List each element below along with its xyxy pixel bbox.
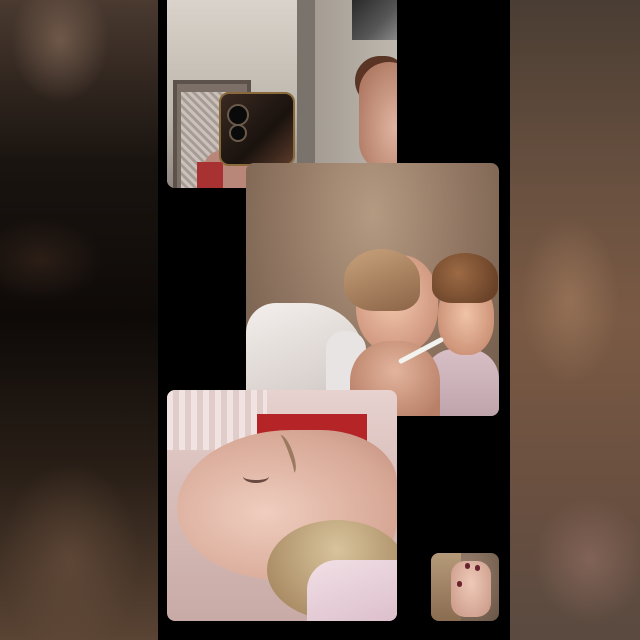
participant-video-tile[interactable] [246,163,499,416]
facetime-group-call [0,0,640,640]
phone-camera-lens [227,104,249,126]
video-shelf [352,0,397,40]
video-shirt [197,162,223,188]
video-fingernail [475,565,480,571]
video-shadow [297,0,315,188]
blurred-background-right [510,0,640,640]
participant-video-tile[interactable] [167,0,397,188]
video-person-face [359,62,397,172]
phone-camera-lens [229,124,247,142]
video-fingernail [457,581,462,587]
blurred-background-left [0,0,158,640]
self-view-tile[interactable] [431,553,499,621]
video-person-hair [344,249,420,311]
video-blanket [307,560,397,621]
video-hand [451,561,491,617]
video-fingernail [465,563,470,569]
video-person-hair [432,253,498,303]
video-person-eye [243,470,269,483]
participant-video-tile[interactable] [167,390,397,621]
